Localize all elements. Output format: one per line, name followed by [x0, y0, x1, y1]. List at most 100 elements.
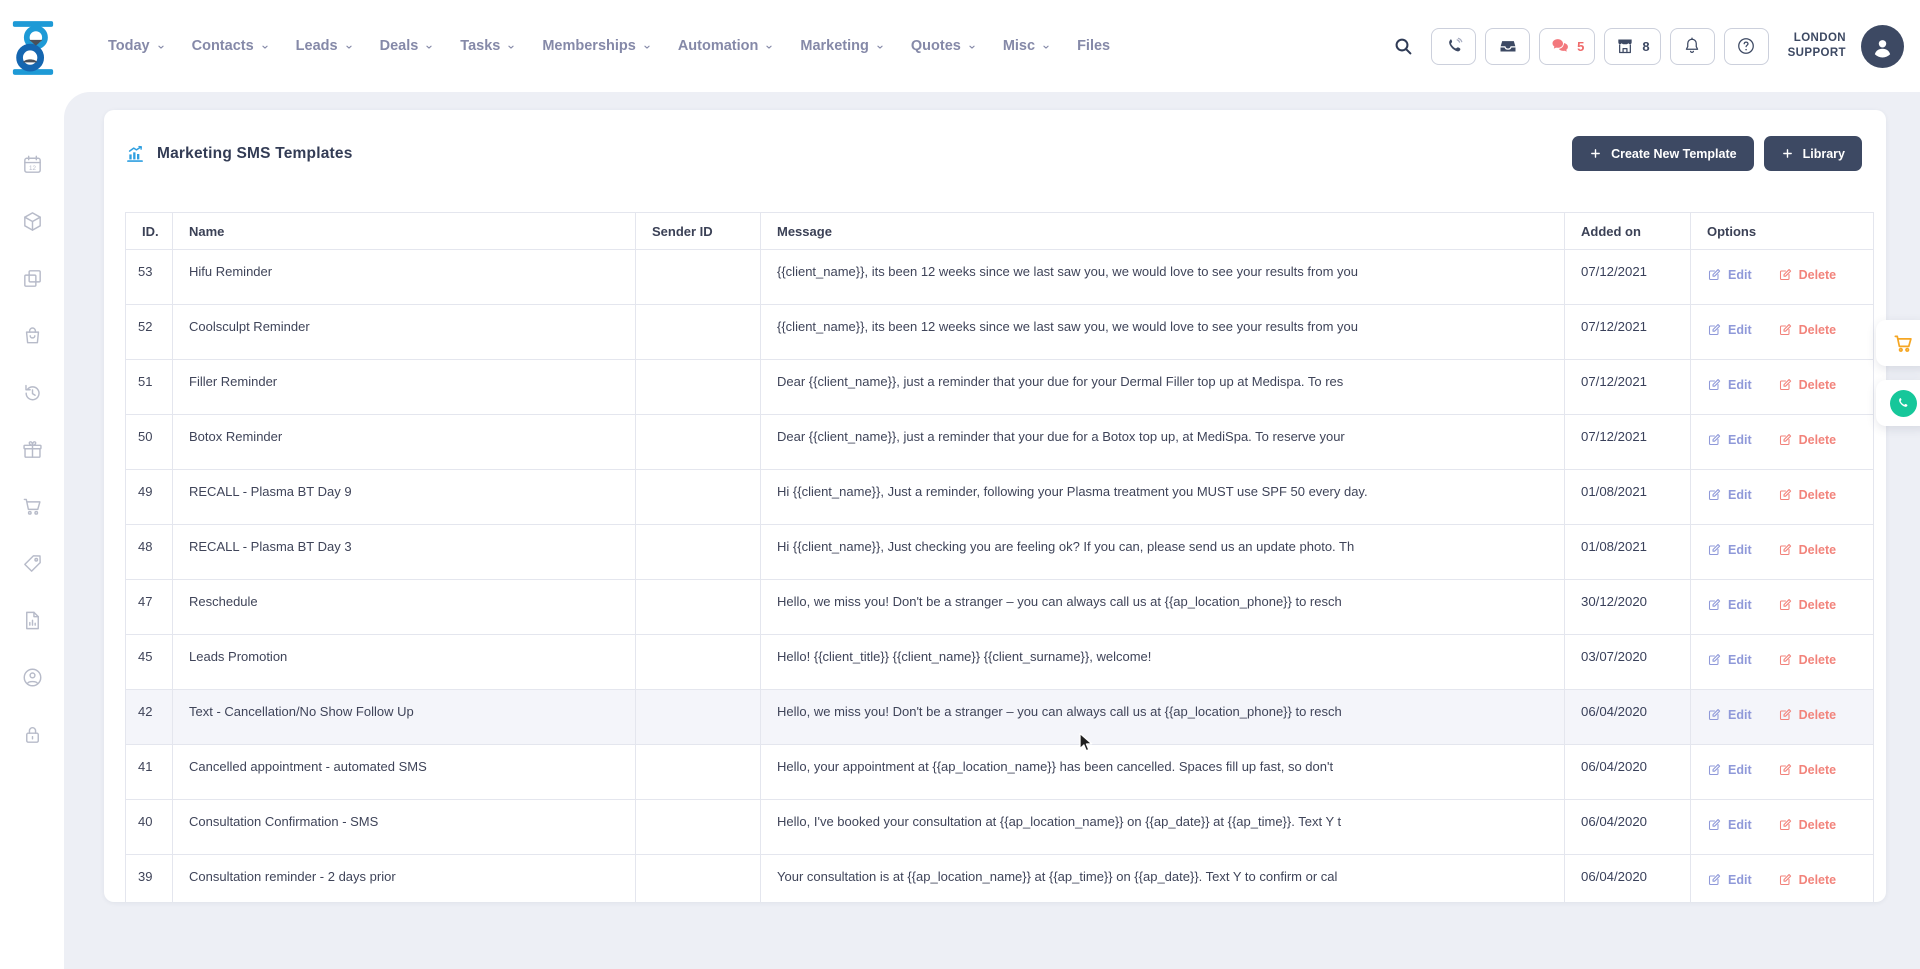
- cell-name: Leads Promotion: [173, 635, 636, 690]
- delete-link[interactable]: Delete: [1778, 267, 1837, 282]
- edit-label: Edit: [1728, 873, 1752, 887]
- nav-item-contacts[interactable]: Contacts: [192, 38, 270, 54]
- cell-options: Edit Delete: [1691, 470, 1874, 525]
- delete-link[interactable]: Delete: [1778, 597, 1837, 612]
- delete-link[interactable]: Delete: [1778, 707, 1837, 722]
- cell-name: Text - Cancellation/No Show Follow Up: [173, 690, 636, 745]
- chat-icon: [1550, 36, 1570, 56]
- create-new-template-button[interactable]: Create New Template: [1572, 136, 1754, 171]
- chart-icon: [125, 144, 145, 164]
- cell-id: 47: [126, 580, 173, 635]
- edit-link[interactable]: Edit: [1707, 817, 1752, 832]
- cart-widget-button[interactable]: [1876, 320, 1920, 366]
- nav-item-memberships[interactable]: Memberships: [542, 38, 651, 54]
- delete-link[interactable]: Delete: [1778, 817, 1837, 832]
- title-wrap: Marketing SMS Templates: [125, 144, 353, 164]
- delete-link[interactable]: Delete: [1778, 377, 1837, 392]
- edit-link[interactable]: Edit: [1707, 542, 1752, 557]
- cell-message: Hello, we miss you! Don't be a stranger …: [761, 580, 1565, 635]
- edit-label: Edit: [1728, 818, 1752, 832]
- column-header: Options: [1691, 213, 1874, 250]
- report-icon[interactable]: [0, 592, 64, 649]
- cell-sender-id: [636, 800, 761, 855]
- nav-item-marketing[interactable]: Marketing: [800, 38, 885, 54]
- nav-item-automation[interactable]: Automation: [678, 38, 775, 54]
- cell-name: Botox Reminder: [173, 415, 636, 470]
- edit-link[interactable]: Edit: [1707, 707, 1752, 722]
- delete-link[interactable]: Delete: [1778, 322, 1837, 337]
- edit-link[interactable]: Edit: [1707, 597, 1752, 612]
- nav-item-quotes[interactable]: Quotes: [911, 38, 977, 54]
- account-name-line2: SUPPORT: [1788, 46, 1846, 61]
- cell-sender-id: [636, 525, 761, 580]
- cell-message: Your consultation is at {{ap_location_na…: [761, 855, 1565, 903]
- nav-item-today[interactable]: Today: [108, 38, 166, 54]
- topbar-right: 5 8 LONDON SUPPORT: [1393, 25, 1920, 68]
- cell-sender-id: [636, 470, 761, 525]
- search-icon[interactable]: [1393, 36, 1414, 57]
- cart-icon[interactable]: [0, 478, 64, 535]
- table-row: 40Consultation Confirmation - SMSHello, …: [126, 800, 1874, 855]
- account-icon[interactable]: [0, 649, 64, 706]
- search-icon-glyph: [1393, 36, 1414, 57]
- delete-label: Delete: [1799, 378, 1837, 392]
- cell-added-on: 07/12/2021: [1565, 360, 1691, 415]
- table-row: 49RECALL - Plasma BT Day 9Hi {{client_na…: [126, 470, 1874, 525]
- cell-message: {{client_name}}, its been 12 weeks since…: [761, 250, 1565, 305]
- cell-options: Edit Delete: [1691, 415, 1874, 470]
- calendar-icon[interactable]: 12: [0, 136, 64, 193]
- cell-name: Hifu Reminder: [173, 250, 636, 305]
- nav-item-label: Automation: [678, 38, 759, 54]
- delete-link[interactable]: Delete: [1778, 487, 1837, 502]
- edit-link[interactable]: Edit: [1707, 487, 1752, 502]
- nav-item-tasks[interactable]: Tasks: [460, 38, 516, 54]
- cell-id: 49: [126, 470, 173, 525]
- table-row: 41Cancelled appointment - automated SMSH…: [126, 745, 1874, 800]
- copy-icon[interactable]: [0, 250, 64, 307]
- edit-link[interactable]: Edit: [1707, 762, 1752, 777]
- delete-link[interactable]: Delete: [1778, 652, 1837, 667]
- delete-link[interactable]: Delete: [1778, 872, 1837, 887]
- delete-link[interactable]: Delete: [1778, 762, 1837, 777]
- edit-link[interactable]: Edit: [1707, 377, 1752, 392]
- edit-link[interactable]: Edit: [1707, 872, 1752, 887]
- edit-link[interactable]: Edit: [1707, 432, 1752, 447]
- nav-item-deals[interactable]: Deals: [380, 38, 435, 54]
- gift-icon[interactable]: [0, 421, 64, 478]
- edit-link[interactable]: Edit: [1707, 322, 1752, 337]
- chat-button[interactable]: 5: [1539, 28, 1595, 65]
- nav-item-misc[interactable]: Misc: [1003, 38, 1051, 54]
- library-button[interactable]: Library: [1764, 136, 1862, 171]
- cell-message: Hello, I've booked your consultation at …: [761, 800, 1565, 855]
- nav-item-leads[interactable]: Leads: [296, 38, 354, 54]
- help-button[interactable]: [1724, 28, 1769, 65]
- column-header: Message: [761, 213, 1565, 250]
- phone-button[interactable]: [1431, 28, 1476, 65]
- cell-id: 52: [126, 305, 173, 360]
- avatar[interactable]: [1861, 25, 1904, 68]
- cell-options: Edit Delete: [1691, 360, 1874, 415]
- delete-link[interactable]: Delete: [1778, 542, 1837, 557]
- tag-icon[interactable]: [0, 535, 64, 592]
- nav-item-files[interactable]: Files: [1077, 38, 1110, 54]
- cell-added-on: 06/04/2020: [1565, 690, 1691, 745]
- delete-link[interactable]: Delete: [1778, 432, 1837, 447]
- inbox-button[interactable]: [1485, 28, 1530, 65]
- whatsapp-icon: [1890, 390, 1917, 417]
- whatsapp-widget-button[interactable]: [1876, 380, 1920, 426]
- package-icon[interactable]: [0, 193, 64, 250]
- cell-options: Edit Delete: [1691, 855, 1874, 903]
- lock-icon[interactable]: [0, 706, 64, 763]
- cell-name: RECALL - Plasma BT Day 3: [173, 525, 636, 580]
- edit-link[interactable]: Edit: [1707, 267, 1752, 282]
- store-button[interactable]: 8: [1604, 28, 1660, 65]
- history-icon[interactable]: [0, 364, 64, 421]
- notifications-button[interactable]: [1670, 28, 1715, 65]
- cell-sender-id: [636, 580, 761, 635]
- account-name: LONDON SUPPORT: [1788, 31, 1846, 61]
- edit-link[interactable]: Edit: [1707, 652, 1752, 667]
- app-logo[interactable]: [10, 18, 56, 78]
- cell-options: Edit Delete: [1691, 525, 1874, 580]
- bag-icon[interactable]: [0, 307, 64, 364]
- cell-message: Dear {{client_name}}, just a reminder th…: [761, 360, 1565, 415]
